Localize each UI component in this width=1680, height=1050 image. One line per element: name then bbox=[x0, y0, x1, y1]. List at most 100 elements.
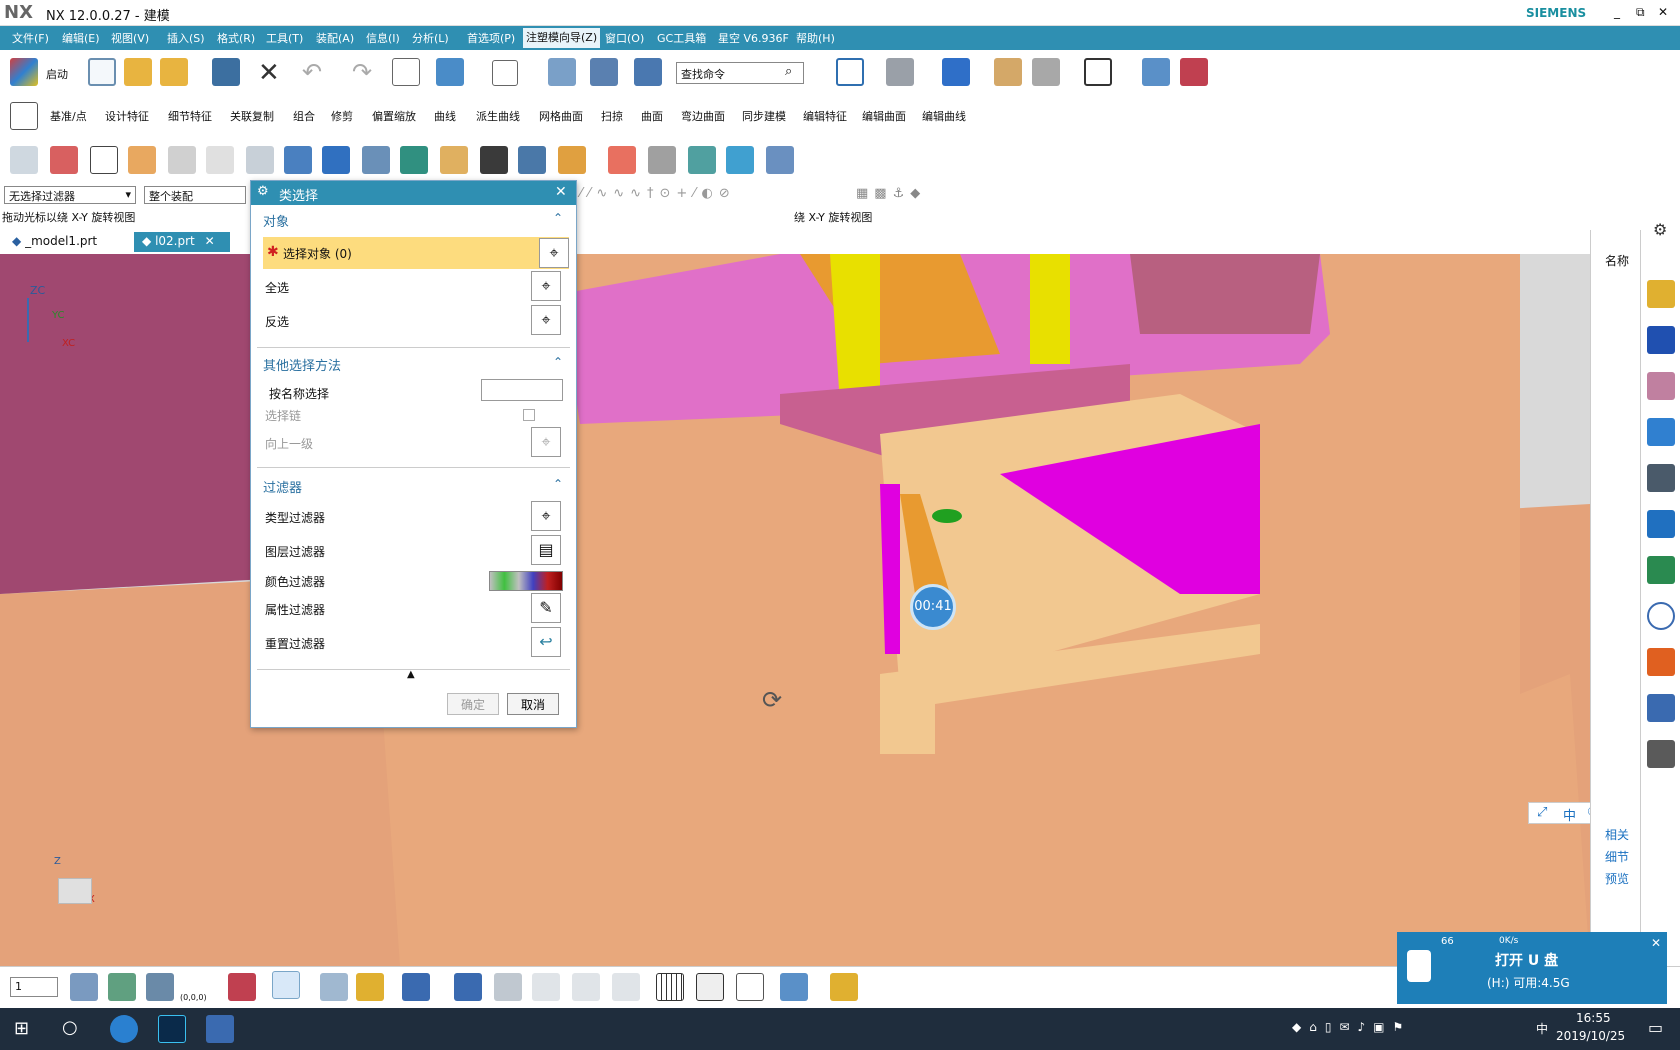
deselect-icon[interactable] bbox=[532, 973, 560, 1001]
menu-gc-toolkit[interactable]: GC工具箱 bbox=[657, 30, 706, 46]
collapse-icon[interactable]: ⌃ bbox=[553, 355, 563, 369]
tray-lang[interactable]: 中 bbox=[1536, 1020, 1548, 1037]
menu-format[interactable]: 格式(R) bbox=[217, 30, 255, 46]
workpiece-icon[interactable] bbox=[168, 146, 196, 174]
info-icon[interactable] bbox=[634, 58, 662, 86]
start-label[interactable]: 启动 bbox=[46, 66, 68, 82]
cavity-layout-icon[interactable] bbox=[206, 146, 234, 174]
shrinkage-icon[interactable] bbox=[128, 146, 156, 174]
part-navigator-icon[interactable] bbox=[1647, 372, 1675, 400]
navigator-details[interactable]: 细节 bbox=[1605, 848, 1629, 865]
menu-datum[interactable]: 基准/点 bbox=[50, 108, 87, 124]
mold-base-icon[interactable] bbox=[246, 146, 274, 174]
delete-icon[interactable]: ✕ bbox=[258, 58, 280, 88]
select-chain-checkbox[interactable] bbox=[523, 409, 535, 421]
view-manager-icon[interactable] bbox=[688, 146, 716, 174]
select-filter-icon[interactable] bbox=[436, 58, 464, 86]
type-filter-dropdown[interactable]: 无选择过滤器 ▾ bbox=[4, 186, 136, 204]
by-name-input[interactable] bbox=[481, 379, 563, 401]
process-studio-icon[interactable] bbox=[1647, 694, 1675, 722]
assembly-navigator-icon[interactable] bbox=[1647, 280, 1675, 308]
menu-edit[interactable]: 编辑(E) bbox=[62, 30, 100, 46]
wcs-dynamic-icon[interactable] bbox=[272, 971, 300, 999]
menu-view[interactable]: 视图(V) bbox=[111, 30, 149, 46]
search-circle-icon[interactable]: ○ bbox=[62, 1017, 78, 1038]
runner-icon[interactable] bbox=[480, 146, 508, 174]
section-filter-header[interactable]: 过滤器 bbox=[263, 477, 302, 496]
invert-selection-label[interactable]: 反选 bbox=[265, 313, 289, 330]
history-clock-icon[interactable] bbox=[1647, 602, 1675, 630]
menu-insert[interactable]: 插入(S) bbox=[167, 30, 205, 46]
scope-dropdown[interactable]: 整个装配 bbox=[144, 186, 246, 204]
wave-link-icon[interactable] bbox=[1142, 58, 1170, 86]
assembly-nav-icon[interactable] bbox=[1180, 58, 1208, 86]
invert-selection-icon[interactable]: ⌖ bbox=[531, 305, 561, 335]
tab-l02[interactable]: ◆ l02.prt ✕ bbox=[134, 232, 230, 252]
browser-icon[interactable] bbox=[110, 1015, 138, 1043]
graphics-window[interactable]: ZC YC XC 00:41 ⟳ Z X ⤢ 中 ☾ °, ♟ ⚙ bbox=[0, 254, 1590, 966]
menu-surface[interactable]: 曲面 bbox=[641, 108, 663, 124]
start-icon[interactable] bbox=[10, 58, 38, 86]
usb-close-icon[interactable]: ✕ bbox=[1651, 936, 1661, 950]
background-icon[interactable] bbox=[1084, 58, 1112, 86]
usb-notification[interactable]: 打开 U 盘 (H:) 可用:4.5G ✕ 66 0K/s bbox=[1397, 932, 1667, 1004]
navigator-related[interactable]: 相关 bbox=[1605, 826, 1629, 843]
menu-help[interactable]: 帮助(H) bbox=[796, 30, 835, 46]
select-pointer-icon[interactable] bbox=[494, 973, 522, 1001]
nx-taskbar-icon[interactable] bbox=[206, 1015, 234, 1043]
menu-trim[interactable]: 修剪 bbox=[331, 108, 353, 124]
close-tab-icon[interactable]: ✕ bbox=[205, 234, 215, 248]
shaded-cube-icon[interactable] bbox=[942, 58, 970, 86]
copy-icon[interactable] bbox=[590, 58, 618, 86]
measure-distance-icon[interactable] bbox=[780, 973, 808, 1001]
layer-filter-icon[interactable]: ▤ bbox=[531, 535, 561, 565]
menu-sweep[interactable]: 扫掠 bbox=[601, 108, 623, 124]
work-layer-dropdown[interactable]: 1 bbox=[10, 977, 58, 997]
clock-date[interactable]: 2019/10/25 bbox=[1556, 1029, 1625, 1043]
bom-icon[interactable] bbox=[648, 146, 676, 174]
snap-extra-icons[interactable]: ▦▩⚓◆ bbox=[856, 186, 926, 201]
hd3d-icon[interactable] bbox=[1647, 510, 1675, 538]
select-crosshair-icon[interactable]: ⌖ bbox=[539, 238, 569, 268]
select-all-label[interactable]: 全选 bbox=[265, 279, 289, 296]
snap-view2-icon[interactable] bbox=[454, 973, 482, 1001]
select-object-row[interactable]: ✱ 选择对象 (0) ⌖ bbox=[263, 237, 569, 269]
cancel-button[interactable]: 取消 bbox=[507, 693, 559, 715]
menu-mesh-surface[interactable]: 网格曲面 bbox=[539, 108, 583, 124]
feature-group-icon[interactable] bbox=[10, 102, 38, 130]
dialog-close-icon[interactable]: ✕ bbox=[555, 184, 567, 200]
notification-icon[interactable]: ▭ bbox=[1648, 1018, 1663, 1037]
fit-view-icon[interactable] bbox=[836, 58, 864, 86]
section-other-header[interactable]: 其他选择方法 bbox=[263, 355, 341, 374]
snap-point-icons[interactable]: ⁄⁄∿∿∿†⊙+⁄◐⊘ bbox=[580, 186, 736, 201]
constraint-navigator-icon[interactable] bbox=[1647, 326, 1675, 354]
undo-icon[interactable]: ↶ bbox=[302, 58, 322, 86]
slider-icon[interactable] bbox=[362, 146, 390, 174]
hide-show-icon[interactable] bbox=[320, 973, 348, 1001]
color-filter-swatch[interactable] bbox=[489, 571, 563, 591]
section-object-header[interactable]: 对象 bbox=[263, 211, 289, 230]
menu-design-feature[interactable]: 设计特征 bbox=[105, 108, 149, 124]
menu-detail-feature[interactable]: 细节特征 bbox=[168, 108, 212, 124]
tray-icons[interactable]: ◆⌂▯✉♪▣⚑ bbox=[1292, 1020, 1411, 1034]
menu-assoc-copy[interactable]: 关联复制 bbox=[230, 108, 274, 124]
view-orient-icon[interactable] bbox=[886, 58, 914, 86]
menu-file[interactable]: 文件(F) bbox=[12, 30, 49, 46]
gate-icon[interactable] bbox=[440, 146, 468, 174]
menu-edit-surface[interactable]: 编辑曲面 bbox=[862, 108, 906, 124]
menu-info[interactable]: 信息(I) bbox=[366, 30, 400, 46]
menu-derived-curve[interactable]: 派生曲线 bbox=[476, 108, 520, 124]
display-mode-icon[interactable] bbox=[492, 60, 518, 86]
menu-tools[interactable]: 工具(T) bbox=[266, 30, 303, 46]
open-folder-icon[interactable] bbox=[124, 58, 152, 86]
wcs-orient-icon[interactable] bbox=[228, 973, 256, 1001]
layer-settings-icon[interactable] bbox=[70, 973, 98, 1001]
new-file-icon[interactable] bbox=[88, 58, 116, 86]
system-materials-icon[interactable] bbox=[1647, 648, 1675, 676]
clock-time[interactable]: 16:55 bbox=[1576, 1011, 1611, 1025]
menu-offset-scale[interactable]: 偏置缩放 bbox=[372, 108, 416, 124]
mold-csys-icon[interactable] bbox=[90, 146, 118, 174]
menu-xingkong[interactable]: 星空 V6.936F bbox=[718, 30, 789, 46]
redo-icon[interactable]: ↷ bbox=[352, 58, 372, 86]
more-options-icon[interactable]: ▲ bbox=[407, 669, 415, 680]
